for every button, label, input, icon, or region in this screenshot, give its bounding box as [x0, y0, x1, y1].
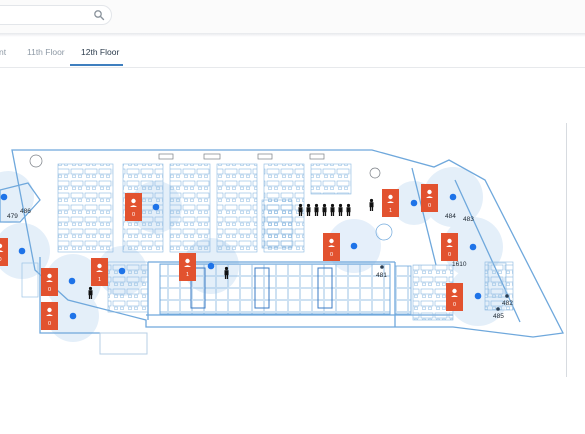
floor-plan[interactable]: 486 479 484 483 481 1610 482 485 0 1 0 0… [0, 68, 585, 429]
core-rooms [159, 263, 412, 315]
room-label: 479 [7, 213, 18, 220]
floor-tabs: nt 11th Floor 12th Floor [0, 44, 585, 68]
room-label: 486 [20, 208, 31, 215]
room-label: 1610 [452, 261, 467, 268]
occupancy-marker: 0 [125, 193, 142, 221]
search-input[interactable] [5, 8, 89, 24]
occupancy-marker: 0 [421, 184, 438, 212]
svg-text:0: 0 [48, 287, 51, 293]
sensor-dot [350, 242, 358, 250]
occupancy-marker: 1 [179, 253, 196, 281]
toolbar-shadow [0, 33, 585, 37]
search-icon[interactable] [93, 9, 105, 21]
sensor-dot [207, 262, 215, 270]
svg-text:0: 0 [330, 252, 333, 258]
occupancy-marker: 1 [91, 258, 108, 286]
room-label: 482 [502, 300, 513, 307]
svg-text:0: 0 [428, 203, 431, 209]
occupancy-marker: 0 [323, 233, 340, 261]
sensor-dot-small [496, 307, 500, 311]
tab-previous-floor[interactable]: nt [0, 47, 6, 57]
sensor-dot [18, 247, 26, 255]
svg-text:0: 0 [132, 212, 135, 218]
sensor-dot [69, 312, 77, 320]
room-label: 481 [376, 272, 387, 279]
svg-text:1: 1 [186, 272, 189, 278]
occupancy-marker: 0 [0, 238, 8, 266]
svg-text:0: 0 [48, 321, 51, 327]
sensor-dot-small [380, 265, 384, 269]
sensor-dot [469, 243, 477, 251]
occupancy-marker: 0 [441, 233, 458, 261]
svg-text:1: 1 [98, 277, 101, 283]
room-label: 483 [463, 216, 474, 223]
room-label: 484 [445, 213, 456, 220]
occupancy-marker: 0 [446, 283, 463, 311]
svg-text:1: 1 [389, 208, 392, 214]
svg-text:0: 0 [0, 257, 2, 263]
sensor-dot [449, 193, 457, 201]
svg-text:0: 0 [453, 302, 456, 308]
sensor-dot [68, 277, 76, 285]
occupancy-marker: 0 [41, 268, 58, 296]
sensor-dot [118, 267, 126, 275]
room-label: 485 [493, 313, 504, 320]
svg-text:0: 0 [448, 252, 451, 258]
active-tab-indicator [70, 64, 123, 66]
floor-map[interactable]: 486 479 484 483 481 1610 482 485 0 1 0 0… [0, 68, 585, 429]
occupancy-marker: 1 [382, 189, 399, 217]
occupancy-marker: 0 [41, 302, 58, 330]
tab-12th-floor[interactable]: 12th Floor [81, 47, 119, 57]
search-box[interactable] [0, 5, 112, 25]
tab-11th-floor[interactable]: 11th Floor [27, 47, 65, 57]
sensor-dot [0, 193, 8, 201]
sensor-dot-small [505, 294, 509, 298]
sensor-dot [410, 199, 418, 207]
sensor-dot [152, 203, 160, 211]
sensor-dot [474, 292, 482, 300]
